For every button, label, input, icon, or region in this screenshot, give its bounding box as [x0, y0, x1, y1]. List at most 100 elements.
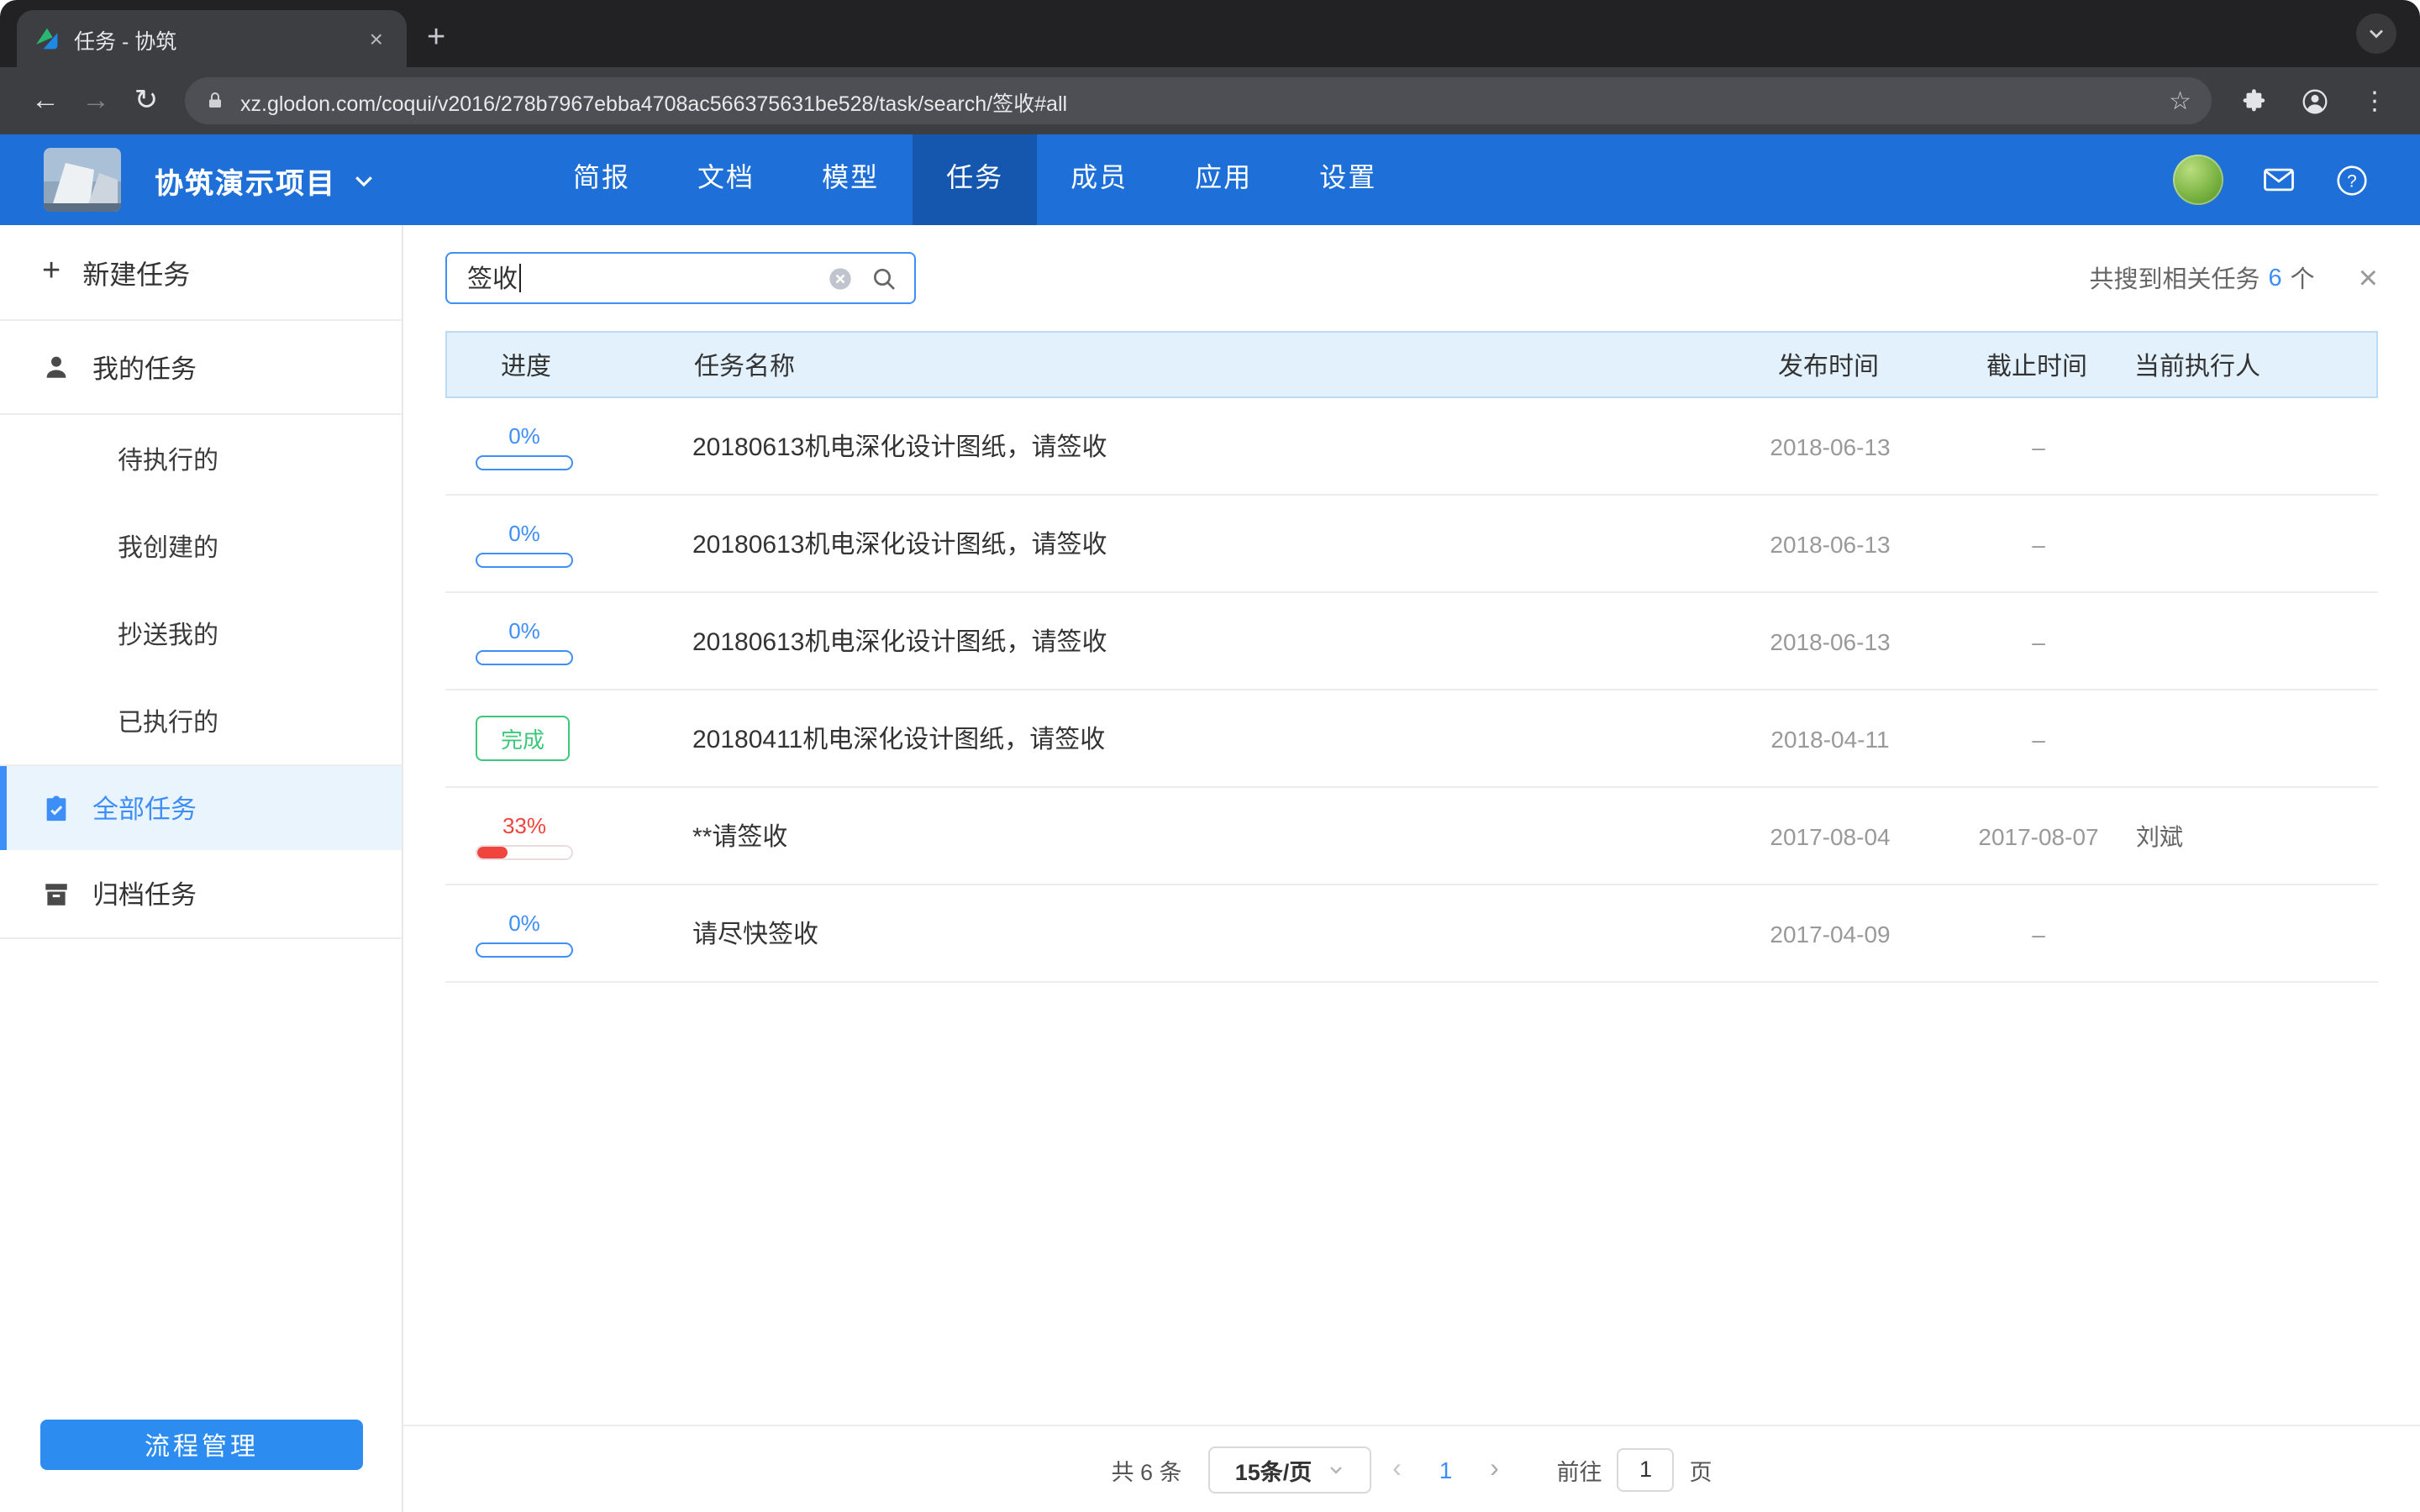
site-favicon-icon: [34, 25, 60, 52]
my-tasks-label: 我的任务: [92, 349, 197, 386]
browser-profile-icon[interactable]: [2289, 76, 2339, 126]
progress-indicator: 0%: [476, 520, 573, 567]
search-row: 签收 共搜到相关任务 6: [445, 252, 2378, 304]
progress-percent: 0%: [476, 910, 573, 935]
search-icon[interactable]: [871, 265, 897, 291]
close-search-icon[interactable]: ×: [2359, 261, 2378, 295]
progress-fill: [477, 846, 508, 858]
all-tasks-label: 全部任务: [92, 790, 197, 827]
extensions-puzzle-icon[interactable]: [2228, 76, 2279, 126]
nav-item-models[interactable]: 模型: [788, 134, 913, 225]
status-badge-done: 完成: [476, 716, 570, 761]
back-button[interactable]: ←: [20, 76, 71, 126]
sidebar-item-all-tasks[interactable]: 全部任务: [0, 766, 402, 850]
sidebar-item-cc-to-me[interactable]: 抄送我的: [0, 590, 402, 677]
table-row[interactable]: 0% 20180613机电深化设计图纸，请签收 2018-06-13 –: [445, 496, 2378, 593]
sidebar-item-my-tasks[interactable]: 我的任务: [0, 321, 402, 413]
publish-date: 2017-08-04: [1712, 822, 1948, 849]
clear-search-icon[interactable]: [827, 265, 854, 291]
col-header-publish: 发布时间: [1711, 347, 1946, 382]
toolbar-right-actions: ⋮: [2228, 76, 2400, 126]
nav-item-tasks[interactable]: 任务: [913, 134, 1037, 225]
pending-label: 待执行的: [118, 441, 218, 476]
table-row[interactable]: 0% 20180613机电深化设计图纸，请签收 2018-06-13 –: [445, 593, 2378, 690]
user-avatar[interactable]: [2173, 155, 2223, 205]
page-size-select[interactable]: 15条/页: [1209, 1446, 1372, 1493]
svg-text:?: ?: [2347, 171, 2357, 191]
goto-label: 前往: [1557, 1452, 1602, 1486]
progress-percent: 0%: [476, 617, 573, 643]
mail-icon[interactable]: [2260, 161, 2297, 198]
bookmark-star-icon[interactable]: ☆: [2169, 86, 2191, 116]
project-logo-image: [44, 148, 121, 212]
new-task-button[interactable]: + 新建任务: [0, 225, 402, 319]
progress-indicator: 33%: [476, 812, 573, 859]
address-bar[interactable]: xz.glodon.com/coqui/v2016/278b7967ebba47…: [185, 77, 2212, 124]
tab-title: 任务 - 协筑: [74, 23, 363, 55]
nav-item-briefing[interactable]: 简报: [539, 134, 664, 225]
archive-label: 归档任务: [92, 875, 197, 912]
col-header-executor: 当前执行人: [2128, 347, 2376, 382]
header-right-actions: ?: [2173, 134, 2370, 225]
progress-bar: [476, 942, 573, 957]
task-name: **请签收: [664, 818, 1712, 853]
result-count: 6: [2268, 265, 2281, 291]
task-name: 20180613机电深化设计图纸，请签收: [664, 623, 1712, 659]
publish-date: 2017-04-09: [1712, 920, 1948, 947]
publish-date: 2018-06-13: [1712, 530, 1948, 557]
deadline-date: 2017-08-07: [1948, 822, 2129, 849]
lock-icon[interactable]: [205, 91, 225, 111]
progress-indicator: 0%: [476, 423, 573, 470]
progress-percent: 33%: [476, 812, 573, 837]
forward-button[interactable]: →: [71, 76, 121, 126]
deadline-date: –: [1948, 920, 2129, 947]
executor: 刘斌: [2129, 819, 2378, 853]
current-page[interactable]: 1: [1423, 1456, 1470, 1483]
table-row[interactable]: 0% 请尽快签收 2017-04-09 –: [445, 885, 2378, 983]
browser-tab[interactable]: 任务 - 协筑 ×: [17, 10, 407, 67]
search-value: 签收: [467, 260, 518, 296]
sidebar-item-executed[interactable]: 已执行的: [0, 677, 402, 764]
result-suffix: 个: [2291, 260, 2315, 296]
browser-menu-icon[interactable]: ⋮: [2349, 76, 2400, 126]
publish-date: 2018-06-13: [1712, 433, 1948, 459]
new-tab-button[interactable]: +: [427, 22, 445, 54]
cc-to-me-label: 抄送我的: [118, 616, 218, 651]
task-list-icon: [42, 794, 71, 822]
help-icon[interactable]: ?: [2334, 162, 2370, 197]
goto-page-input[interactable]: [1618, 1447, 1675, 1491]
task-name: 20180411机电深化设计图纸，请签收: [664, 721, 1712, 756]
search-input[interactable]: 签收: [445, 252, 916, 304]
sidebar-item-archive[interactable]: 归档任务: [0, 850, 402, 937]
created-by-me-label: 我创建的: [118, 528, 218, 564]
progress-indicator: 0%: [476, 617, 573, 664]
prev-page-button[interactable]: ‹: [1372, 1454, 1423, 1484]
project-switcher[interactable]: 协筑演示项目: [155, 134, 376, 225]
url-text[interactable]: xz.glodon.com/coqui/v2016/278b7967ebba47…: [240, 85, 2155, 117]
browser-toolbar: ← → ↻ xz.glodon.com/coqui/v2016/278b7967…: [0, 67, 2420, 134]
search-result-summary: 共搜到相关任务 6 个: [2089, 260, 2314, 296]
nav-item-settings[interactable]: 设置: [1286, 134, 1410, 225]
nav-item-documents[interactable]: 文档: [664, 134, 788, 225]
next-page-button[interactable]: ›: [1470, 1454, 1520, 1484]
reload-button[interactable]: ↻: [121, 76, 171, 126]
progress-percent: 0%: [476, 520, 573, 545]
main-content: 签收 共搜到相关任务 6: [403, 225, 2420, 1512]
sidebar-item-created-by-me[interactable]: 我创建的: [0, 502, 402, 590]
table-row[interactable]: 0% 20180613机电深化设计图纸，请签收 2018-06-13 –: [445, 398, 2378, 496]
table-row[interactable]: 33% **请签收 2017-08-04 2017-08-07 刘斌: [445, 788, 2378, 885]
nav-item-apps[interactable]: 应用: [1161, 134, 1286, 225]
sidebar-item-pending[interactable]: 待执行的: [0, 415, 402, 502]
nav-item-members[interactable]: 成员: [1037, 134, 1161, 225]
table-row[interactable]: 完成 20180411机电深化设计图纸，请签收 2018-04-11 –: [445, 690, 2378, 788]
result-prefix: 共搜到相关任务: [2089, 260, 2260, 296]
deadline-date: –: [1948, 433, 2129, 459]
executed-label: 已执行的: [118, 703, 218, 738]
page-unit-label: 页: [1690, 1452, 1712, 1486]
process-management-button[interactable]: 流程管理: [40, 1420, 363, 1470]
tab-close-icon[interactable]: ×: [363, 24, 390, 54]
col-header-progress: 进度: [447, 347, 666, 382]
new-task-label: 新建任务: [82, 252, 190, 292]
chrome-profile-chevron-button[interactable]: [2356, 13, 2396, 54]
progress-bar: [476, 844, 573, 859]
